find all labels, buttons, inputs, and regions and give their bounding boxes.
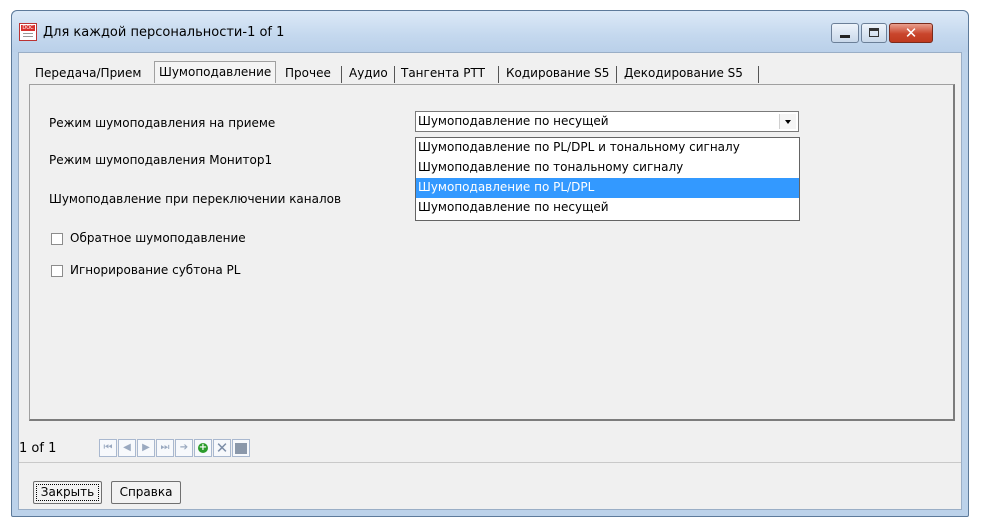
help-button[interactable]: Справка [111, 481, 181, 504]
first-record-button[interactable]: ⏮ [99, 439, 117, 457]
main-window: DOC Для каждой персональности-1 of 1 ✕ П… [11, 10, 969, 517]
title-bar[interactable]: DOC Для каждой персональности-1 of 1 ✕ [12, 11, 968, 52]
last-record-icon: ⏭ [160, 442, 170, 453]
tab-s5-encode[interactable]: Кодирование S5 [502, 64, 613, 83]
app-icon: DOC [19, 23, 37, 41]
goto-record-icon: ➔ [179, 442, 189, 453]
goto-record-button[interactable]: ➔ [175, 439, 193, 457]
dropdown-option-highlighted[interactable]: Шумоподавление по PL/DPL [416, 178, 799, 198]
dropdown-option[interactable]: Шумоподавление по тональному сигналу [416, 158, 799, 178]
save-record-icon [235, 443, 247, 454]
window-title: Для каждой персональности-1 of 1 [43, 25, 285, 40]
divider [19, 462, 961, 463]
rx-squelch-mode-select[interactable]: Шумоподавление по несущей [415, 111, 799, 132]
record-counter: 1 of 1 [19, 441, 57, 456]
tab-separator [498, 66, 499, 83]
add-record-button[interactable]: + [194, 439, 212, 457]
last-record-button[interactable]: ⏭ [156, 439, 174, 457]
squelch-panel [29, 84, 955, 421]
rx-squelch-mode-label: Режим шумоподавления на приеме [49, 116, 276, 130]
ignore-pl-checkbox[interactable] [51, 265, 63, 277]
record-navigator: 1 of 1 ⏮ ◀ ▶ ⏭ ➔ + ✕ [19, 438, 961, 462]
client-area: Передача/Прием Шумоподавление Прочее Ауд… [18, 52, 962, 510]
prev-record-icon: ◀ [123, 442, 131, 453]
channel-switch-squelch-label: Шумоподавление при переключении каналов [49, 192, 342, 206]
maximize-button[interactable] [861, 23, 887, 43]
next-record-button[interactable]: ▶ [137, 439, 155, 457]
minimize-button[interactable] [831, 23, 859, 43]
tab-separator [758, 66, 759, 83]
dropdown-arrow-button[interactable] [779, 114, 796, 129]
tab-audio[interactable]: Аудио [345, 64, 392, 83]
minimize-icon [840, 35, 850, 38]
save-record-button[interactable] [232, 439, 250, 457]
tab-s5-decode[interactable]: Декодирование S5 [620, 64, 747, 83]
add-record-icon: + [198, 442, 208, 453]
tab-ptt[interactable]: Тангента PTT [397, 64, 489, 83]
next-record-icon: ▶ [142, 442, 150, 453]
tab-separator [341, 66, 342, 83]
tab-squelch[interactable]: Шумоподавление [154, 61, 277, 83]
prev-record-button[interactable]: ◀ [118, 439, 136, 457]
chevron-down-icon [785, 120, 791, 124]
rx-squelch-mode-value: Шумоподавление по несущей [418, 114, 609, 128]
first-record-icon: ⏮ [103, 442, 113, 453]
tab-other[interactable]: Прочее [281, 64, 335, 83]
reverse-squelch-checkbox[interactable] [51, 233, 63, 245]
tab-separator [616, 66, 617, 83]
dropdown-option[interactable]: Шумоподавление по несущей [416, 198, 799, 218]
close-icon: ✕ [904, 24, 918, 42]
squelch-mode-dropdown-list: Шумоподавление по PL/DPL и тональному си… [415, 137, 800, 221]
dropdown-option[interactable]: Шумоподавление по PL/DPL и тональному си… [416, 138, 799, 158]
delete-record-icon: ✕ [215, 439, 229, 457]
ignore-pl-label[interactable]: Игнорирование субтона PL [70, 263, 240, 277]
window-close-button[interactable]: ✕ [889, 23, 933, 43]
tab-tx-rx[interactable]: Передача/Прием [31, 64, 145, 83]
maximize-icon [869, 28, 879, 37]
reverse-squelch-label[interactable]: Обратное шумоподавление [70, 231, 246, 245]
close-button[interactable]: Закрыть [33, 481, 102, 504]
tab-separator [394, 66, 395, 83]
monitor-squelch-mode-label: Режим шумоподавления Монитор1 [49, 153, 273, 167]
delete-record-button[interactable]: ✕ [213, 439, 231, 457]
